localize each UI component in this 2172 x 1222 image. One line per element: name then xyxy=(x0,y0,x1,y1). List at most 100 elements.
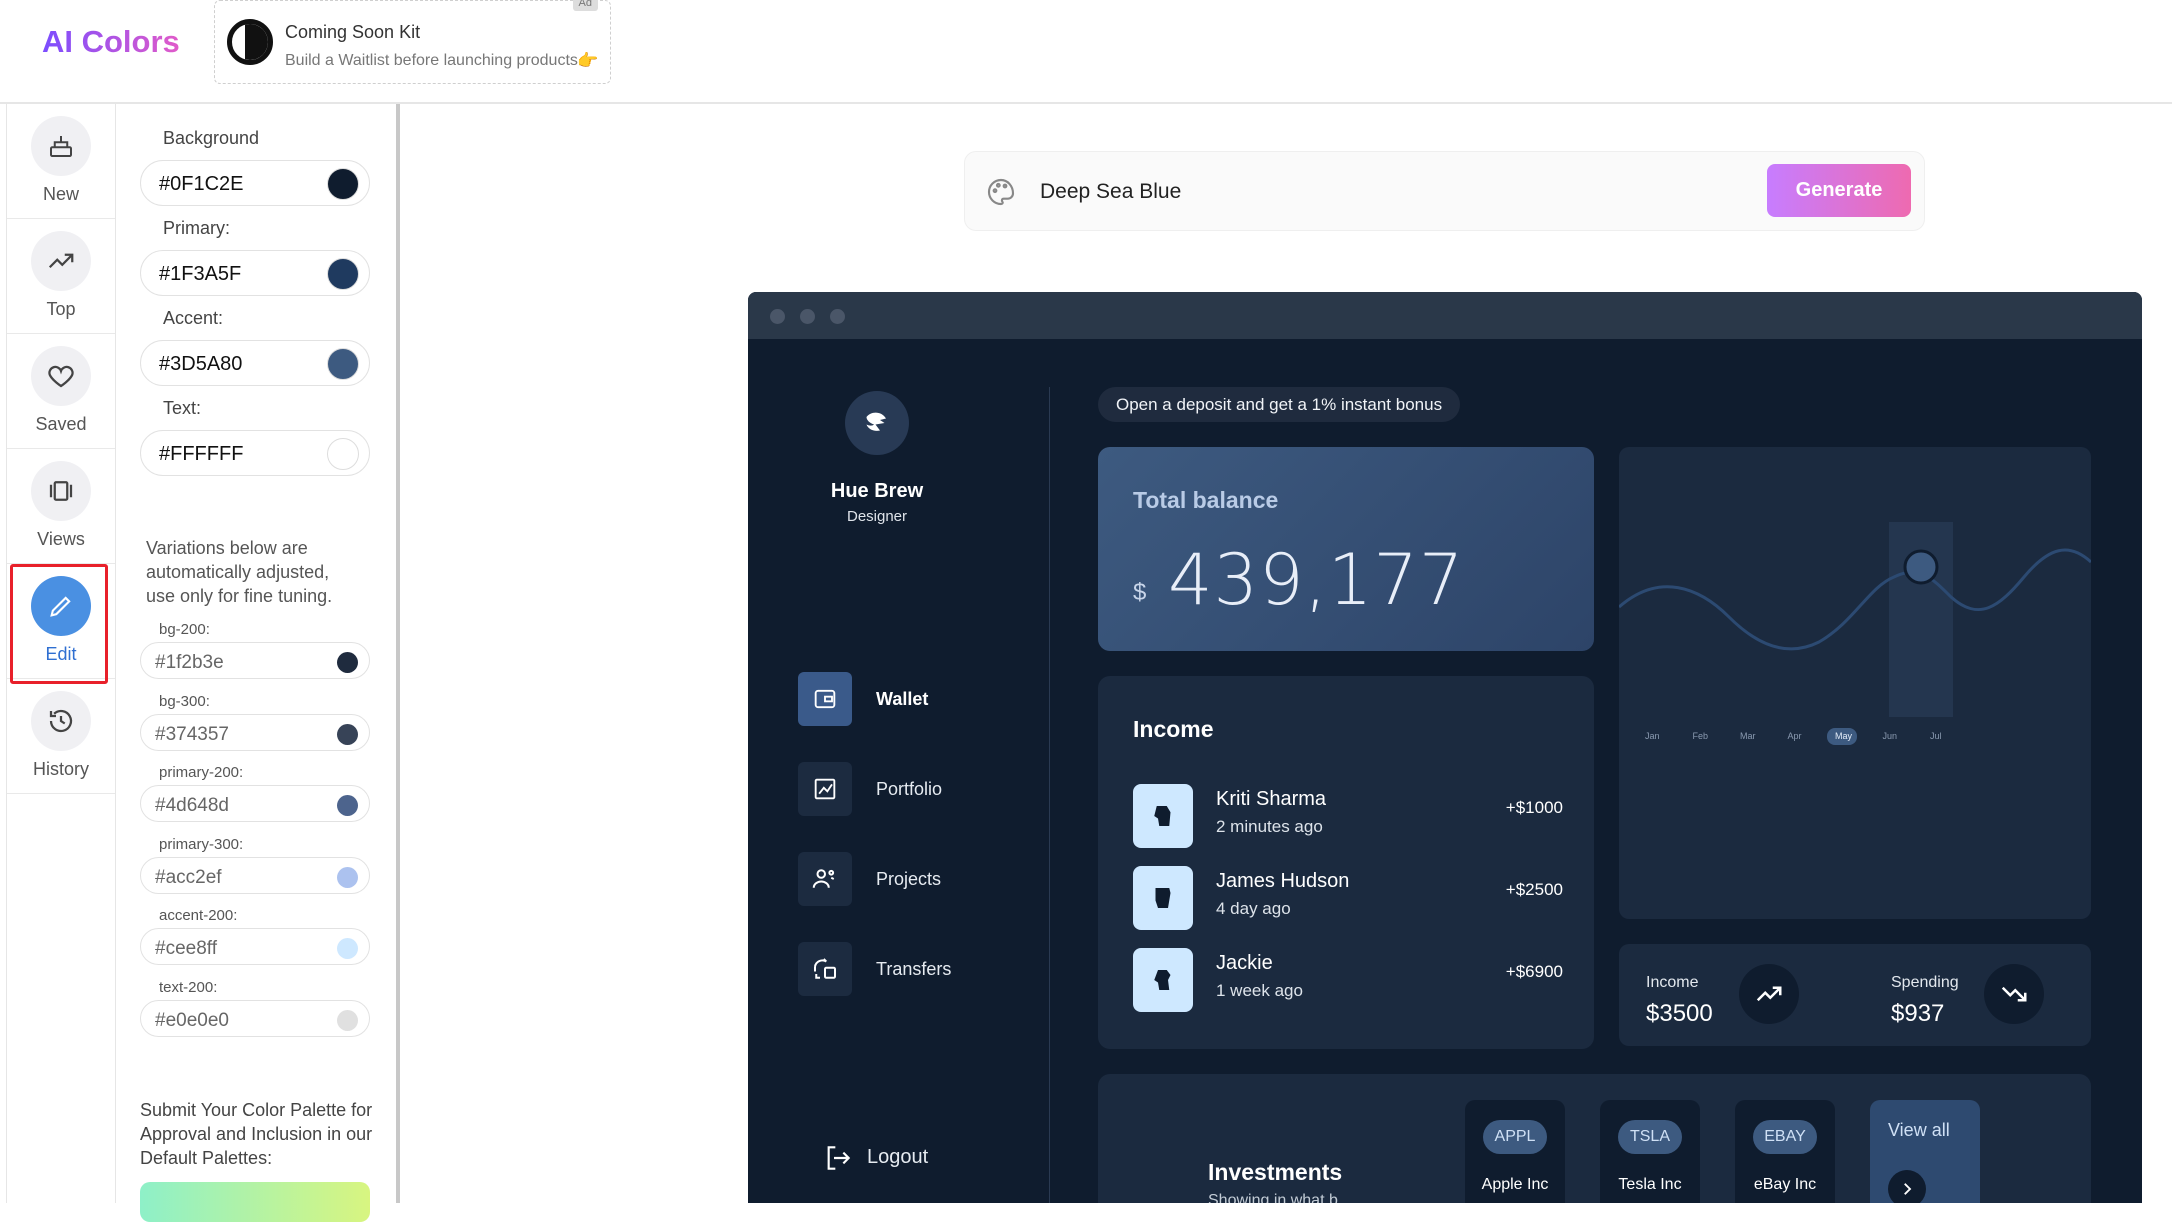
palette-editor: Background #0F1C2E Primary: #1F3A5F Acce… xyxy=(117,104,397,1222)
background-color-field[interactable]: #0F1C2E xyxy=(140,160,370,206)
text-color-field[interactable]: #FFFFFF xyxy=(140,430,370,476)
avatar[interactable] xyxy=(845,391,909,455)
variation-label: text-200: xyxy=(159,979,218,996)
field-label: Primary: xyxy=(163,218,230,238)
text-200-field[interactable]: #e0e0e0 xyxy=(140,1000,370,1037)
app-logo[interactable]: AI Colors xyxy=(42,24,180,60)
income-row[interactable]: Jackie 1 week ago +$6900 xyxy=(1133,948,1563,1012)
income-stat-value: $3500 xyxy=(1646,1000,1713,1027)
income-row[interactable]: Kriti Sharma 2 minutes ago +$1000 xyxy=(1133,784,1563,848)
color-swatch[interactable] xyxy=(337,1010,358,1031)
color-swatch[interactable] xyxy=(337,724,358,745)
accent-color-field[interactable]: #3D5A80 xyxy=(140,340,370,386)
field-label: Background xyxy=(163,128,260,148)
balance-value: 439,177 xyxy=(1168,539,1465,621)
ticker-card-appl[interactable]: APPL Apple Inc xyxy=(1465,1100,1565,1203)
investments-subtitle: Showing in what b... xyxy=(1208,1192,1352,1203)
balance-card: Total balance $ 439,177 xyxy=(1098,447,1594,651)
user-name: Hue Brew xyxy=(830,480,924,502)
ticker-card-tsla[interactable]: TSLA Tesla Inc xyxy=(1600,1100,1700,1203)
nav-item-projects[interactable]: Projects xyxy=(798,852,1018,906)
person-icon xyxy=(1133,866,1193,930)
variation-label: bg-200: xyxy=(159,621,210,638)
variation-value: #4d648d xyxy=(155,795,229,816)
prompt-bar: Deep Sea Blue Generate xyxy=(964,151,1925,231)
rail-item-views[interactable]: Views xyxy=(7,449,115,564)
primary-300-field[interactable]: #acc2ef xyxy=(140,857,370,894)
trend-chart: Jan Feb Mar Apr May Jun Jul xyxy=(1618,522,2093,745)
month-label[interactable]: Jun xyxy=(1883,731,1898,741)
trending-up-icon xyxy=(1739,964,1799,1024)
submit-palette-button[interactable] xyxy=(140,1182,370,1222)
selected-point[interactable] xyxy=(1903,549,1939,585)
ad-banner[interactable]: Coming Soon Kit Build a Waitlist before … xyxy=(214,0,611,84)
rail-item-history[interactable]: History xyxy=(7,679,115,794)
investments-card: Investments Showing in what b... APPL Ap… xyxy=(1098,1074,2091,1203)
prompt-input[interactable]: Deep Sea Blue xyxy=(1040,180,1181,204)
field-label: Text: xyxy=(163,398,202,418)
color-swatch[interactable] xyxy=(327,168,359,200)
promo-pill[interactable]: Open a deposit and get a 1% instant bonu… xyxy=(1098,387,1461,422)
month-label[interactable]: Apr xyxy=(1788,731,1802,741)
top-header: AI Colors Coming Soon Kit Build a Waitli… xyxy=(0,0,2172,104)
stack-icon xyxy=(31,116,91,176)
field-label: Accent: xyxy=(163,308,224,328)
color-swatch[interactable] xyxy=(327,348,359,380)
primary-color-field[interactable]: #1F3A5F xyxy=(140,250,370,296)
variation-value: #1f2b3e xyxy=(155,652,224,673)
color-swatch[interactable] xyxy=(337,938,358,959)
ticker-card-ebay[interactable]: EBAY eBay Inc xyxy=(1735,1100,1835,1203)
logout-button[interactable]: Logout xyxy=(822,1140,962,1180)
nav-item-wallet[interactable]: Wallet xyxy=(798,672,1018,726)
accent-200-field[interactable]: #cee8ff xyxy=(140,928,370,965)
rail-item-edit[interactable]: Edit xyxy=(7,564,115,679)
income-name: Kriti Sharma xyxy=(1216,788,1327,810)
view-all-button[interactable]: View all xyxy=(1870,1100,1980,1203)
editor-scrollbar[interactable] xyxy=(396,104,400,1203)
chart-icon xyxy=(798,762,852,816)
investments-title: Investments xyxy=(1208,1159,1343,1185)
variation-label: primary-200: xyxy=(159,764,244,781)
generate-button[interactable]: Generate xyxy=(1767,164,1911,217)
trending-icon xyxy=(31,231,91,291)
rail-item-saved[interactable]: Saved xyxy=(7,334,115,449)
nav-item-transfers[interactable]: Transfers xyxy=(798,942,1018,996)
income-amount: +$1000 xyxy=(1505,798,1563,817)
person-icon xyxy=(1133,784,1193,848)
field-value: #1F3A5F xyxy=(159,263,242,285)
color-swatch[interactable] xyxy=(337,795,358,816)
bg-300-field[interactable]: #374357 xyxy=(140,714,370,751)
color-swatch[interactable] xyxy=(337,867,358,888)
variation-label: primary-300: xyxy=(159,836,244,853)
month-label[interactable]: Jul xyxy=(1930,731,1942,741)
rail-label: Saved xyxy=(35,414,87,434)
palette-icon xyxy=(985,176,1017,208)
month-label[interactable]: Mar xyxy=(1740,731,1756,741)
bg-200-field[interactable]: #1f2b3e xyxy=(140,642,370,679)
color-swatch[interactable] xyxy=(327,438,359,470)
color-swatch[interactable] xyxy=(327,258,359,290)
variation-label: bg-300: xyxy=(159,693,210,710)
nav-item-portfolio[interactable]: Portfolio xyxy=(798,762,1018,816)
income-time: 2 minutes ago xyxy=(1216,817,1323,836)
balance-title: Total balance xyxy=(1133,487,1279,513)
person-icon xyxy=(1133,948,1193,1012)
primary-200-field[interactable]: #4d648d xyxy=(140,785,370,822)
rail-item-new[interactable]: New xyxy=(7,104,115,219)
rail-item-top[interactable]: Top xyxy=(7,219,115,334)
nav-label: Transfers xyxy=(876,959,952,979)
field-value: #3D5A80 xyxy=(159,353,243,375)
color-swatch[interactable] xyxy=(337,652,358,673)
sidebar-divider xyxy=(1049,387,1050,1203)
view-all-label: View all xyxy=(1888,1120,1950,1140)
ad-subtitle: Build a Waitlist before launching produc… xyxy=(285,52,583,69)
income-amount: +$6900 xyxy=(1505,962,1563,981)
ad-title: Coming Soon Kit xyxy=(285,22,421,42)
income-row[interactable]: James Hudson 4 day ago +$2500 xyxy=(1133,866,1563,930)
month-label[interactable]: Feb xyxy=(1693,731,1709,741)
month-label[interactable]: May xyxy=(1835,731,1853,741)
month-label[interactable]: Jan xyxy=(1645,731,1660,741)
ticker-name: eBay Inc xyxy=(1753,1176,1817,1193)
trending-down-icon xyxy=(1984,964,2044,1024)
half-moon-logo-icon xyxy=(227,19,273,65)
